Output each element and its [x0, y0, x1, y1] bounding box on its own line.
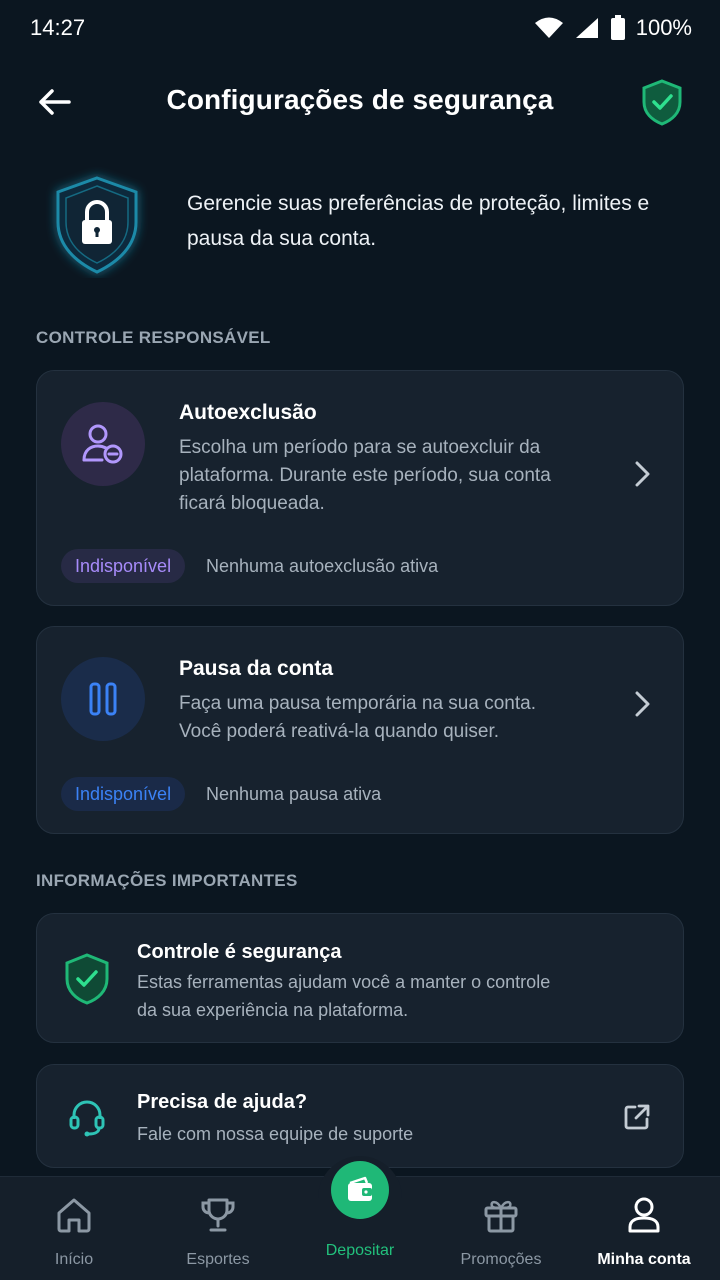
back-button[interactable] [34, 82, 74, 122]
self-exclusion-title: Autoexclusão [179, 401, 317, 424]
shield-check-icon [642, 79, 682, 126]
wallet-icon [348, 1176, 372, 1201]
pause-icon-circle [61, 657, 145, 741]
back-arrow-icon [39, 89, 71, 115]
app-bar: Configurações de segurança [0, 62, 720, 138]
desc-line: Faça uma pausa temporária na sua conta. [179, 693, 536, 714]
chevron-right-icon [635, 691, 650, 717]
desc-line: ficará bloqueada. [179, 493, 325, 514]
wifi-icon [534, 17, 563, 38]
help-card[interactable]: Precisa de ajuda? Fale com nossa equipe … [36, 1064, 684, 1168]
section-label-important: INFORMAÇÕES IMPORTANTES [36, 871, 298, 890]
user-icon [628, 1197, 660, 1233]
desc-line: Estas ferramentas ajudam você a manter o… [137, 972, 551, 992]
help-title: Precisa de ajuda? [137, 1091, 308, 1113]
intro-banner: Gerencie suas preferências de proteção, … [0, 160, 720, 290]
nav-label-deposit[interactable]: Depositar [288, 1242, 432, 1260]
nav-label-promotions: Promoções [460, 1251, 542, 1268]
control-info-card: Controle é segurança Estas ferramentas a… [36, 913, 684, 1043]
shield-check-icon [65, 953, 109, 1005]
desc-line: Você poderá reativá-la quando quiser. [179, 721, 500, 742]
shield-lock-icon [56, 176, 138, 274]
intro-text: Gerencie suas preferências de proteção, … [187, 192, 650, 250]
signal-icon [575, 18, 598, 38]
headset-icon [69, 1100, 105, 1137]
desc-line: Escolha um período para se autoexcluir d… [179, 437, 541, 458]
status-bar: 14:27 100% [0, 0, 720, 56]
status-badge: Indisponível [61, 549, 186, 583]
trophy-icon [201, 1198, 235, 1232]
status-badge: Indisponível [61, 777, 186, 811]
section-label-responsible: CONTROLE RESPONSÁVEL [36, 328, 271, 347]
nav-item-promotions[interactable]: Promoções [429, 1177, 573, 1280]
self-exclusion-icon-circle [61, 402, 145, 486]
deposit-button[interactable] [331, 1161, 389, 1219]
nav-label-account: Minha conta [597, 1251, 691, 1268]
battery-icon [610, 15, 625, 40]
page-title: Configurações de segurança [166, 84, 554, 115]
account-pause-card[interactable]: Pausa da conta Faça uma pausa temporária… [36, 626, 684, 834]
desc-line: plataforma. Durante este período, sua co… [179, 465, 551, 486]
nav-item-account[interactable]: Minha conta [572, 1177, 716, 1280]
account-pause-description: Faça uma pausa temporária na sua conta. … [179, 690, 619, 746]
self-exclusion-card[interactable]: Autoexclusão Escolha um período para se … [36, 370, 684, 606]
pause-icon [89, 682, 117, 716]
account-pause-status-note: Nenhuma pausa ativa [206, 784, 382, 804]
control-info-title: Controle é segurança [137, 941, 342, 963]
nav-item-sports[interactable]: Esportes [146, 1177, 290, 1280]
gift-icon [484, 1200, 518, 1233]
chevron-right-icon [635, 461, 650, 487]
self-exclusion-description: Escolha um período para se autoexcluir d… [179, 434, 619, 518]
home-icon [57, 1198, 91, 1233]
desc-line: da sua experiência na plataforma. [137, 1000, 409, 1020]
nav-label-home: Início [54, 1251, 94, 1268]
control-info-description: Estas ferramentas ajudam você a manter o… [137, 968, 657, 1024]
account-pause-title: Pausa da conta [179, 657, 334, 680]
battery-level: 100% [635, 15, 692, 40]
status-time: 14:27 [30, 15, 86, 40]
external-link-icon[interactable] [623, 1103, 651, 1131]
nav-item-home[interactable]: Início [2, 1177, 146, 1280]
help-description: Fale com nossa equipe de suporte [137, 1124, 414, 1144]
user-minus-icon [82, 424, 123, 464]
nav-label-sports: Esportes [186, 1251, 250, 1268]
self-exclusion-status-note: Nenhuma autoexclusão ativa [206, 556, 439, 576]
